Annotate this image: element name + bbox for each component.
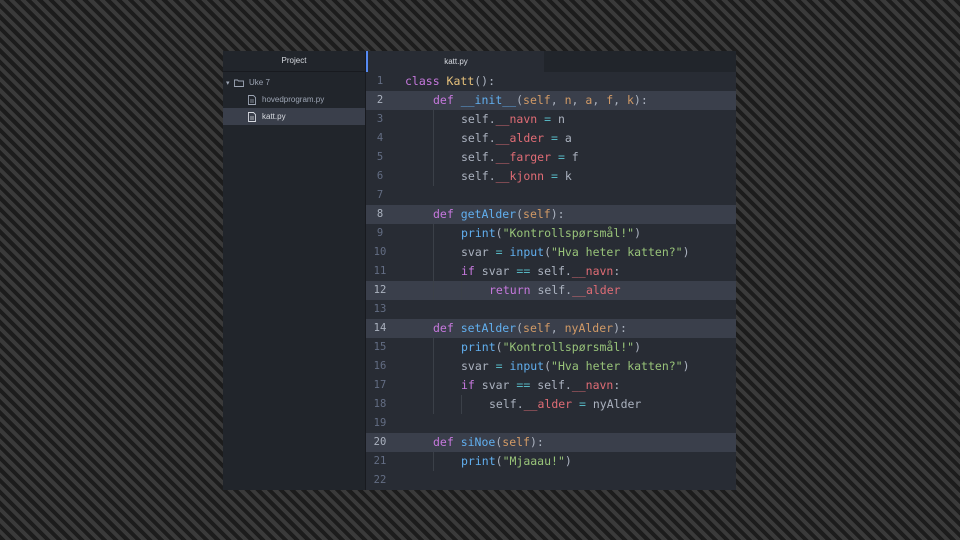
code-line[interactable]: 15 print("Kontrollspørsmål!") [366, 338, 736, 357]
line-number: 9 [376, 227, 384, 239]
code-text: print("Kontrollspørsmål!") [461, 226, 642, 240]
code-text: svar = input("Hva heter katten?") [461, 245, 690, 259]
line-number: 6 [376, 170, 384, 182]
line-number: 22 [373, 474, 387, 486]
code-text: self.__farger = f [461, 150, 579, 164]
line-number: 18 [373, 398, 387, 410]
file-hovedprogram[interactable]: hovedprogram.py [223, 91, 365, 108]
code-text: class Katt(): [405, 74, 496, 88]
code-text: print("Mjaaau!") [461, 454, 572, 468]
sidebar-header: Project [223, 51, 365, 72]
indent-guide [433, 281, 434, 300]
code-line[interactable]: 2 def __init__(self, n, a, f, k): [366, 91, 736, 110]
indent-guide [433, 224, 434, 243]
line-number: 2 [376, 94, 384, 106]
code-editor[interactable]: katt.py 1 class Katt(): 2 def __init__(self… [366, 51, 736, 490]
file-icon [247, 94, 257, 105]
code-text: self.__alder = nyAlder [489, 397, 642, 411]
code-text: def getAlder(self): [433, 207, 565, 221]
line-number: 10 [373, 246, 387, 258]
line-number: 15 [373, 341, 387, 353]
code-line[interactable]: 7 [366, 186, 736, 205]
tab-katt-py[interactable]: katt.py [366, 51, 544, 72]
indent-guide [433, 148, 434, 167]
code-line[interactable]: 5 self.__farger = f [366, 148, 736, 167]
code-line[interactable]: 1 class Katt(): [366, 72, 736, 91]
code-line[interactable]: 22 [366, 471, 736, 490]
code-line[interactable]: 17 if svar == self.__navn: [366, 376, 736, 395]
line-number: 12 [373, 284, 387, 296]
indent-guide [433, 262, 434, 281]
code-line[interactable]: 16 svar = input("Hva heter katten?") [366, 357, 736, 376]
tab-bar: katt.py [366, 51, 736, 72]
line-number: 7 [376, 189, 384, 201]
line-number: 19 [373, 417, 387, 429]
line-number: 16 [373, 360, 387, 372]
code-line[interactable]: 3 self.__navn = n [366, 110, 736, 129]
code-line[interactable]: 8 def getAlder(self): [366, 205, 736, 224]
indent-guide [461, 395, 462, 414]
code-line[interactable]: 18 self.__alder = nyAlder [366, 395, 736, 414]
code-line[interactable]: 20 def siNoe(self): [366, 433, 736, 452]
line-number: 11 [373, 265, 387, 277]
folder-uke7[interactable]: ▾ Uke 7 [223, 74, 365, 91]
indent-guide [461, 281, 462, 300]
line-number: 5 [376, 151, 384, 163]
code-text: if svar == self.__navn: [461, 264, 621, 278]
code-line[interactable]: 12 return self.__alder [366, 281, 736, 300]
line-number: 21 [373, 455, 387, 467]
line-number: 4 [376, 132, 384, 144]
code-text: return self.__alder [489, 283, 621, 297]
folder-label: Uke 7 [249, 78, 270, 87]
indent-guide [433, 129, 434, 148]
code-line[interactable]: 21 print("Mjaaau!") [366, 452, 736, 471]
indent-guide [433, 167, 434, 186]
code-text: self.__alder = a [461, 131, 572, 145]
line-number: 13 [373, 303, 387, 315]
indent-guide [433, 243, 434, 262]
indent-guide [433, 395, 434, 414]
code-text: svar = input("Hva heter katten?") [461, 359, 690, 373]
code-line[interactable]: 11 if svar == self.__navn: [366, 262, 736, 281]
code-text: def __init__(self, n, a, f, k): [433, 93, 648, 107]
code-line[interactable]: 13 [366, 300, 736, 319]
indent-guide [433, 338, 434, 357]
code-line[interactable]: 10 svar = input("Hva heter katten?") [366, 243, 736, 262]
code-text: self.__navn = n [461, 112, 565, 126]
indent-guide [433, 376, 434, 395]
project-sidebar: Project ▾ Uke 7 hovedprogram.py katt.py [223, 51, 366, 490]
code-line[interactable]: 14 def setAlder(self, nyAlder): [366, 319, 736, 338]
chevron-down-icon: ▾ [226, 79, 230, 87]
line-number: 17 [373, 379, 387, 391]
indent-guide [433, 452, 434, 471]
code-line[interactable]: 6 self.__kjonn = k [366, 167, 736, 186]
code-area[interactable]: 1 class Katt(): 2 def __init__(self, n, a, … [366, 72, 736, 490]
code-line[interactable]: 19 [366, 414, 736, 433]
line-number: 1 [376, 75, 384, 87]
code-line[interactable]: 9 print("Kontrollspørsmål!") [366, 224, 736, 243]
file-label: hovedprogram.py [262, 95, 325, 104]
line-number: 14 [373, 322, 387, 334]
line-number: 8 [376, 208, 384, 220]
code-text: def siNoe(self): [433, 435, 544, 449]
file-label: katt.py [262, 112, 286, 121]
code-text: print("Kontrollspørsmål!") [461, 340, 642, 354]
editor-window: Project ▾ Uke 7 hovedprogram.py katt.py … [223, 51, 736, 490]
code-line[interactable]: 4 self.__alder = a [366, 129, 736, 148]
code-text: self.__kjonn = k [461, 169, 572, 183]
line-number: 3 [376, 113, 384, 125]
indent-guide [433, 110, 434, 129]
code-text: def setAlder(self, nyAlder): [433, 321, 627, 335]
code-text: if svar == self.__navn: [461, 378, 621, 392]
folder-icon [234, 78, 244, 88]
file-icon [247, 111, 257, 122]
file-katt[interactable]: katt.py [223, 108, 365, 125]
line-number: 20 [373, 436, 387, 448]
indent-guide [433, 357, 434, 376]
